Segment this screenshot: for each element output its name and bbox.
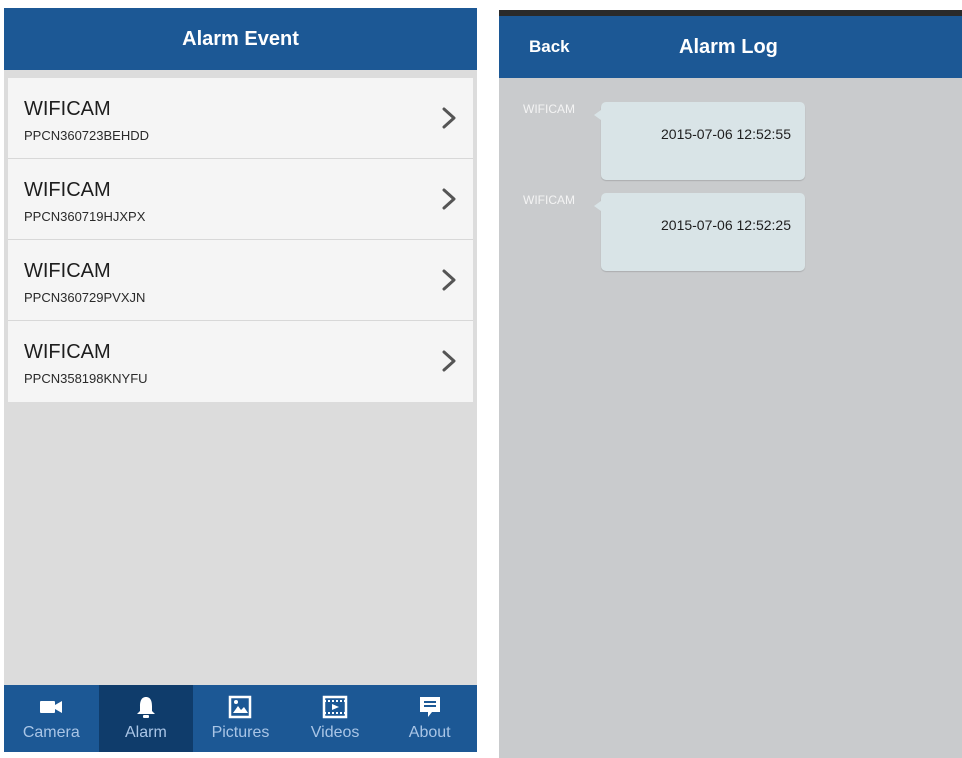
device-item[interactable]: WIFICAM PPCN360729PVXJN — [8, 240, 473, 321]
film-icon — [322, 695, 348, 719]
log-timestamp: 2015-07-06 12:52:55 — [661, 126, 791, 142]
tab-about[interactable]: About — [382, 685, 477, 752]
device-item[interactable]: WIFICAM PPCN360723BEHDD — [8, 78, 473, 159]
tab-camera[interactable]: Camera — [4, 685, 99, 752]
tab-alarm[interactable]: Alarm — [98, 685, 194, 752]
message-bubble[interactable]: 2015-07-06 12:52:55 — [594, 102, 805, 180]
device-id: PPCN360719HJXPX — [24, 209, 146, 224]
tab-label: About — [408, 724, 451, 741]
tab-label: Alarm — [125, 724, 167, 741]
picture-icon — [229, 695, 252, 719]
tab-label: Pictures — [211, 724, 270, 741]
log-sender: WIFICAM — [523, 102, 575, 116]
tab-label: Videos — [310, 724, 360, 741]
log-entry[interactable]: WIFICAM 2015-07-06 12:52:55 — [499, 102, 962, 182]
camera-icon — [40, 701, 63, 713]
device-name: WIFICAM — [24, 98, 111, 120]
stage: Alarm Event WIFICAM PPCN360723BEHDD WIFI… — [0, 0, 962, 758]
chevron-right-icon — [442, 269, 456, 291]
alarm-event-title: Alarm Event — [182, 27, 299, 50]
chevron-right-icon — [442, 350, 456, 372]
chevron-right-icon — [442, 188, 456, 210]
device-name: WIFICAM — [24, 341, 111, 363]
device-id: PPCN360729PVXJN — [24, 290, 146, 305]
bottom-tab-bar: Camera Alarm Pictures Videos About — [4, 685, 477, 752]
chevron-right-icon — [442, 107, 456, 129]
device-name: WIFICAM — [24, 179, 111, 201]
device-id: PPCN358198KNYFU — [24, 371, 148, 386]
log-sender: WIFICAM — [523, 193, 575, 207]
message-icon — [419, 697, 440, 717]
device-item[interactable]: WIFICAM PPCN360719HJXPX — [8, 159, 473, 240]
log-entry[interactable]: WIFICAM 2015-07-06 12:52:25 — [499, 193, 962, 273]
tab-videos[interactable]: Videos — [288, 685, 383, 752]
alarm-event-screen: Alarm Event WIFICAM PPCN360723BEHDD WIFI… — [4, 8, 477, 752]
device-list: WIFICAM PPCN360723BEHDD WIFICAM PPCN3607… — [8, 78, 473, 402]
alarm-log-header: Back Alarm Log — [499, 16, 962, 78]
message-bubble[interactable]: 2015-07-06 12:52:25 — [594, 193, 805, 271]
device-item[interactable]: WIFICAM PPCN358198KNYFU — [8, 321, 473, 402]
device-name: WIFICAM — [24, 260, 111, 282]
alarm-event-header: Alarm Event — [4, 8, 477, 70]
tab-pictures[interactable]: Pictures — [193, 685, 288, 752]
tab-label: Camera — [22, 724, 80, 741]
device-id: PPCN360723BEHDD — [24, 128, 150, 143]
bell-icon — [136, 697, 155, 718]
alarm-log-title: Alarm Log — [679, 36, 778, 58]
log-timestamp: 2015-07-06 12:52:25 — [661, 217, 791, 233]
back-button[interactable]: Back — [529, 37, 570, 57]
alarm-log-screen: Back Alarm Log WIFICAM 2015-07-06 12:52:… — [499, 10, 962, 758]
